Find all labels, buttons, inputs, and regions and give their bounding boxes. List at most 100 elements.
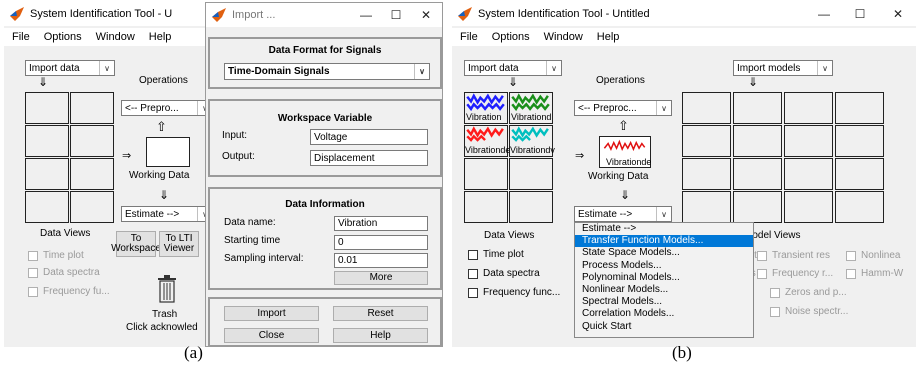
data-spectra-checkbox[interactable]: Data spectra (28, 267, 100, 278)
data-spectra-label: Data spectra (483, 268, 540, 279)
down-arrow-icon: ⇓ (159, 188, 170, 202)
data-slot[interactable] (25, 191, 69, 223)
data-format-dropdown[interactable]: Time-Domain Signals ∨ (224, 63, 430, 80)
model-slot[interactable] (784, 125, 833, 157)
model-slot[interactable] (784, 92, 833, 124)
model-slot[interactable] (784, 191, 833, 223)
menu-options[interactable]: Options (492, 31, 530, 43)
frequency-function-checkbox[interactable]: Frequency func... (468, 287, 560, 298)
nonlinear-checkbox[interactable]: Nonlinea (846, 250, 900, 261)
model-slot[interactable] (682, 158, 731, 190)
model-slot[interactable] (835, 158, 884, 190)
menu-window[interactable]: Window (544, 31, 583, 43)
nonlinear-label: Nonlinea (861, 250, 901, 261)
data-slot[interactable] (464, 191, 508, 223)
time-plot-checkbox[interactable]: Time plot (468, 249, 524, 260)
menu-help[interactable]: Help (597, 31, 620, 43)
minimize-icon[interactable]: — (356, 3, 376, 27)
help-button[interactable]: Help (333, 328, 428, 343)
model-slot[interactable] (682, 92, 731, 124)
zeros-and-poles-checkbox[interactable]: Zeros and p... (770, 287, 847, 298)
model-slot[interactable] (682, 191, 731, 223)
noise-spectrum-checkbox[interactable]: Noise spectr... (770, 306, 848, 317)
working-data-tile[interactable]: Vibrationde (599, 136, 651, 168)
polynominal-models-item[interactable]: Polynominal Models... (575, 272, 753, 284)
correlation-models-item[interactable]: Correlation Models... (575, 308, 753, 320)
model-slot[interactable] (835, 191, 884, 223)
close-icon[interactable]: ✕ (416, 3, 436, 27)
output-value: Displacement (314, 152, 375, 164)
state-space-models-item[interactable]: State Space Models... (575, 247, 753, 259)
preprocess-dropdown[interactable]: <-- Prepro... ∨ (121, 100, 210, 116)
transfer-function-models-item[interactable]: Transfer Function Models... (575, 235, 753, 248)
data-slot[interactable] (25, 158, 69, 190)
import-data-dropdown[interactable]: Import data ∨ (25, 60, 115, 76)
estimate-menu-item[interactable]: Estimate --> (575, 223, 753, 235)
close-button[interactable]: Close (224, 328, 319, 343)
menu-file[interactable]: File (12, 31, 30, 43)
data-slot[interactable] (509, 191, 553, 223)
reset-button[interactable]: Reset (333, 306, 428, 321)
data-format-title: Data Format for Signals (268, 45, 382, 56)
maximize-icon[interactable]: ☐ (386, 3, 406, 27)
caption-b: (b) (672, 343, 692, 362)
spectral-models-item[interactable]: Spectral Models... (575, 296, 753, 308)
menu-file[interactable]: File (460, 31, 478, 43)
data-slot[interactable] (509, 158, 553, 190)
data-slot[interactable] (25, 125, 69, 157)
starting-time-field[interactable]: 0 (334, 235, 428, 250)
model-slot[interactable] (835, 125, 884, 157)
sampling-interval-field[interactable]: 0.01 (334, 253, 428, 268)
menu-options[interactable]: Options (44, 31, 82, 43)
model-slot[interactable] (835, 92, 884, 124)
model-slot[interactable] (733, 191, 782, 223)
data-spectra-checkbox[interactable]: Data spectra (468, 268, 540, 279)
close-icon[interactable]: ✕ (888, 2, 908, 26)
data-tile-vibration[interactable]: Vibration (464, 92, 508, 124)
time-plot-checkbox[interactable]: Time plot (28, 250, 84, 261)
menu-help[interactable]: Help (149, 31, 172, 43)
import-data-dropdown[interactable]: Import data ∨ (464, 60, 562, 76)
process-models-item[interactable]: Process Models... (575, 260, 753, 272)
hammerstein-wiener-checkbox[interactable]: Hamm-W (846, 268, 903, 279)
model-slot[interactable] (682, 125, 731, 157)
model-slot[interactable] (784, 158, 833, 190)
input-field[interactable]: Voltage (310, 129, 428, 145)
estimate-dropdown[interactable]: Estimate --> ∨ (121, 206, 210, 222)
frequency-response-checkbox[interactable]: Frequency r... (757, 268, 833, 279)
data-name-field[interactable]: Vibration (334, 216, 428, 231)
minimize-icon[interactable]: — (814, 2, 834, 26)
to-workspace-button[interactable]: To Workspace (111, 231, 161, 257)
data-slot[interactable] (70, 92, 114, 124)
working-data-slot[interactable] (146, 137, 190, 167)
model-slot[interactable] (733, 158, 782, 190)
to-lti-viewer-button[interactable]: To LTI Viewer (159, 231, 199, 257)
more-button[interactable]: More (334, 271, 428, 285)
data-slot[interactable] (464, 158, 508, 190)
quick-start-item[interactable]: Quick Start (575, 321, 753, 333)
data-slot[interactable] (70, 125, 114, 157)
estimate-dropdown[interactable]: Estimate --> ∨ (574, 206, 672, 222)
preprocess-dropdown[interactable]: <-- Preproc... ∨ (574, 100, 672, 116)
import-arrow-icon: ⇓ (38, 75, 49, 89)
import-arrow-icon: ⇓ (508, 75, 519, 89)
data-tile-vibrationdv[interactable]: Vibrationdv (509, 125, 555, 157)
transient-response-checkbox[interactable]: Transient res (757, 250, 830, 261)
output-field[interactable]: Displacement (310, 150, 428, 166)
data-tile-vibrationde[interactable]: Vibrationde (464, 125, 510, 157)
data-slot[interactable] (25, 92, 69, 124)
data-slot[interactable] (70, 191, 114, 223)
model-slot[interactable] (733, 92, 782, 124)
model-slot[interactable] (733, 125, 782, 157)
frequency-function-checkbox[interactable]: Frequency fu... (28, 286, 110, 297)
workspace-variable-title: Workspace Variable (277, 113, 373, 124)
maximize-icon[interactable]: ☐ (850, 2, 870, 26)
nonlinear-models-item[interactable]: Nonlinear Models... (575, 284, 753, 296)
import-models-dropdown[interactable]: Import models ∨ (733, 60, 833, 76)
trash-icon[interactable] (156, 275, 178, 303)
data-tile-vibrationd[interactable]: Vibrationd (509, 92, 553, 124)
import-button[interactable]: Import (224, 306, 319, 321)
data-slot[interactable] (70, 158, 114, 190)
data-format-panel: Data Format for Signals Time-Domain Sign… (208, 37, 442, 89)
menu-window[interactable]: Window (96, 31, 135, 43)
